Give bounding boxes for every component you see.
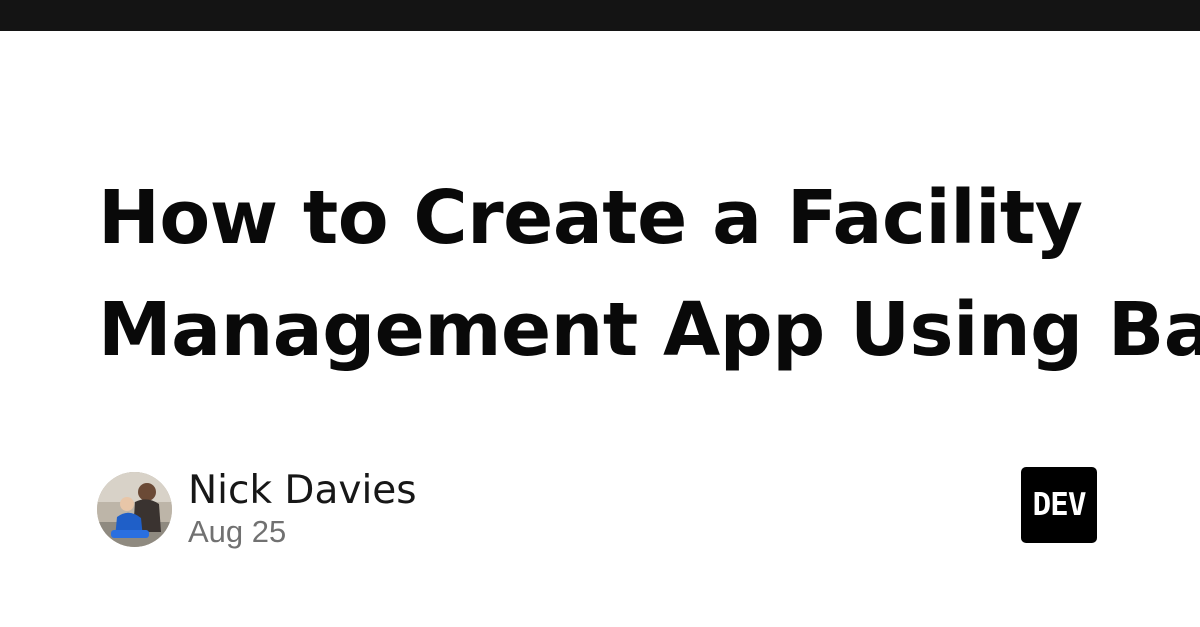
author-name[interactable]: Nick Davies: [188, 468, 417, 514]
dev-logo-icon[interactable]: DEV: [1021, 467, 1097, 543]
dev-logo-text: DEV: [1032, 486, 1087, 523]
article-title: How to Create a Facility Management App U…: [98, 162, 1200, 386]
avatar-photo-icon: [97, 472, 172, 547]
top-bar: [0, 0, 1200, 31]
author-avatar: [97, 472, 172, 547]
post-date: Aug 25: [188, 514, 287, 549]
article-title-line-2: Management App Using Baserow: [98, 287, 1200, 373]
article-title-line-1: How to Create a Facility: [98, 175, 1083, 261]
